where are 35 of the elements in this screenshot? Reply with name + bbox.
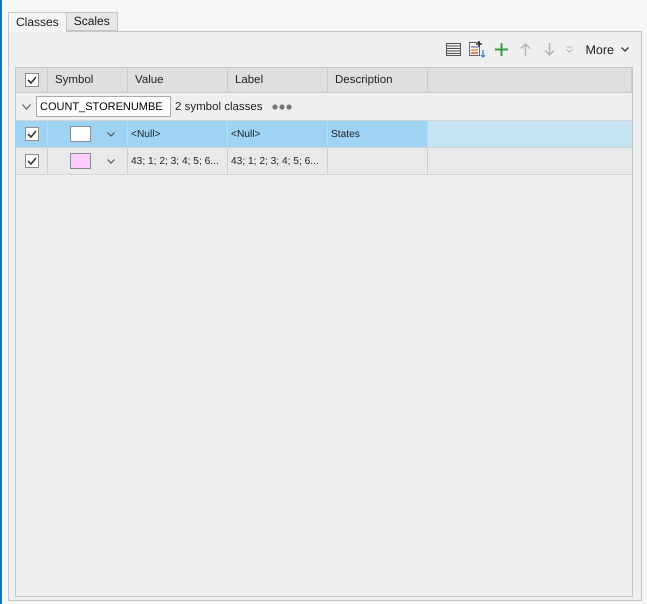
table-cell: <Null>	[128, 121, 228, 147]
table-cell: 43; 1; 2; 3; 4; 5; 6...	[128, 148, 228, 174]
chevron-bar-icon	[566, 46, 574, 53]
more-menu-button[interactable]: More	[578, 38, 633, 60]
check-icon	[26, 157, 36, 165]
checkbox[interactable]	[24, 154, 38, 168]
column-header: Value	[128, 68, 228, 92]
checkbox[interactable]	[24, 127, 38, 141]
tab[interactable]: Scales	[66, 12, 118, 31]
list-lines-icon	[446, 43, 462, 56]
list-add-icon	[469, 41, 486, 58]
column-header: Label	[228, 68, 328, 92]
more-icon[interactable]	[272, 104, 292, 110]
table-cell: 43; 1; 2; 3; 4; 5; 6...	[228, 148, 328, 174]
table-cell: States	[328, 121, 428, 147]
arrow-down-icon	[544, 43, 556, 56]
arrow-up-icon	[520, 43, 532, 56]
table-cell: <Null>	[228, 121, 328, 147]
color-swatch-icon[interactable]	[70, 153, 91, 169]
color-swatch-icon[interactable]	[70, 126, 91, 142]
caret-icon[interactable]	[107, 158, 115, 164]
column-header: Description	[328, 68, 428, 92]
table-row[interactable]: <Null> <Null> States	[16, 121, 632, 148]
table-row[interactable]: 43; 1; 2; 3; 4; 5; 6... 43; 1; 2; 3; 4; 5; 6...	[16, 148, 632, 175]
field-input[interactable]: COUNT_STORENUMBE	[36, 96, 171, 117]
plus-icon	[495, 43, 508, 56]
checkbox[interactable]	[24, 73, 38, 87]
check-icon	[26, 130, 36, 138]
check-icon	[26, 76, 36, 84]
tab[interactable]: Classes	[8, 12, 67, 32]
caret-icon[interactable]	[107, 132, 115, 136]
caret-icon	[621, 47, 629, 52]
chevron-down-icon[interactable]	[22, 104, 31, 110]
group-summary: 2 symbol classes	[175, 100, 263, 112]
column-header: Symbol	[48, 68, 128, 92]
